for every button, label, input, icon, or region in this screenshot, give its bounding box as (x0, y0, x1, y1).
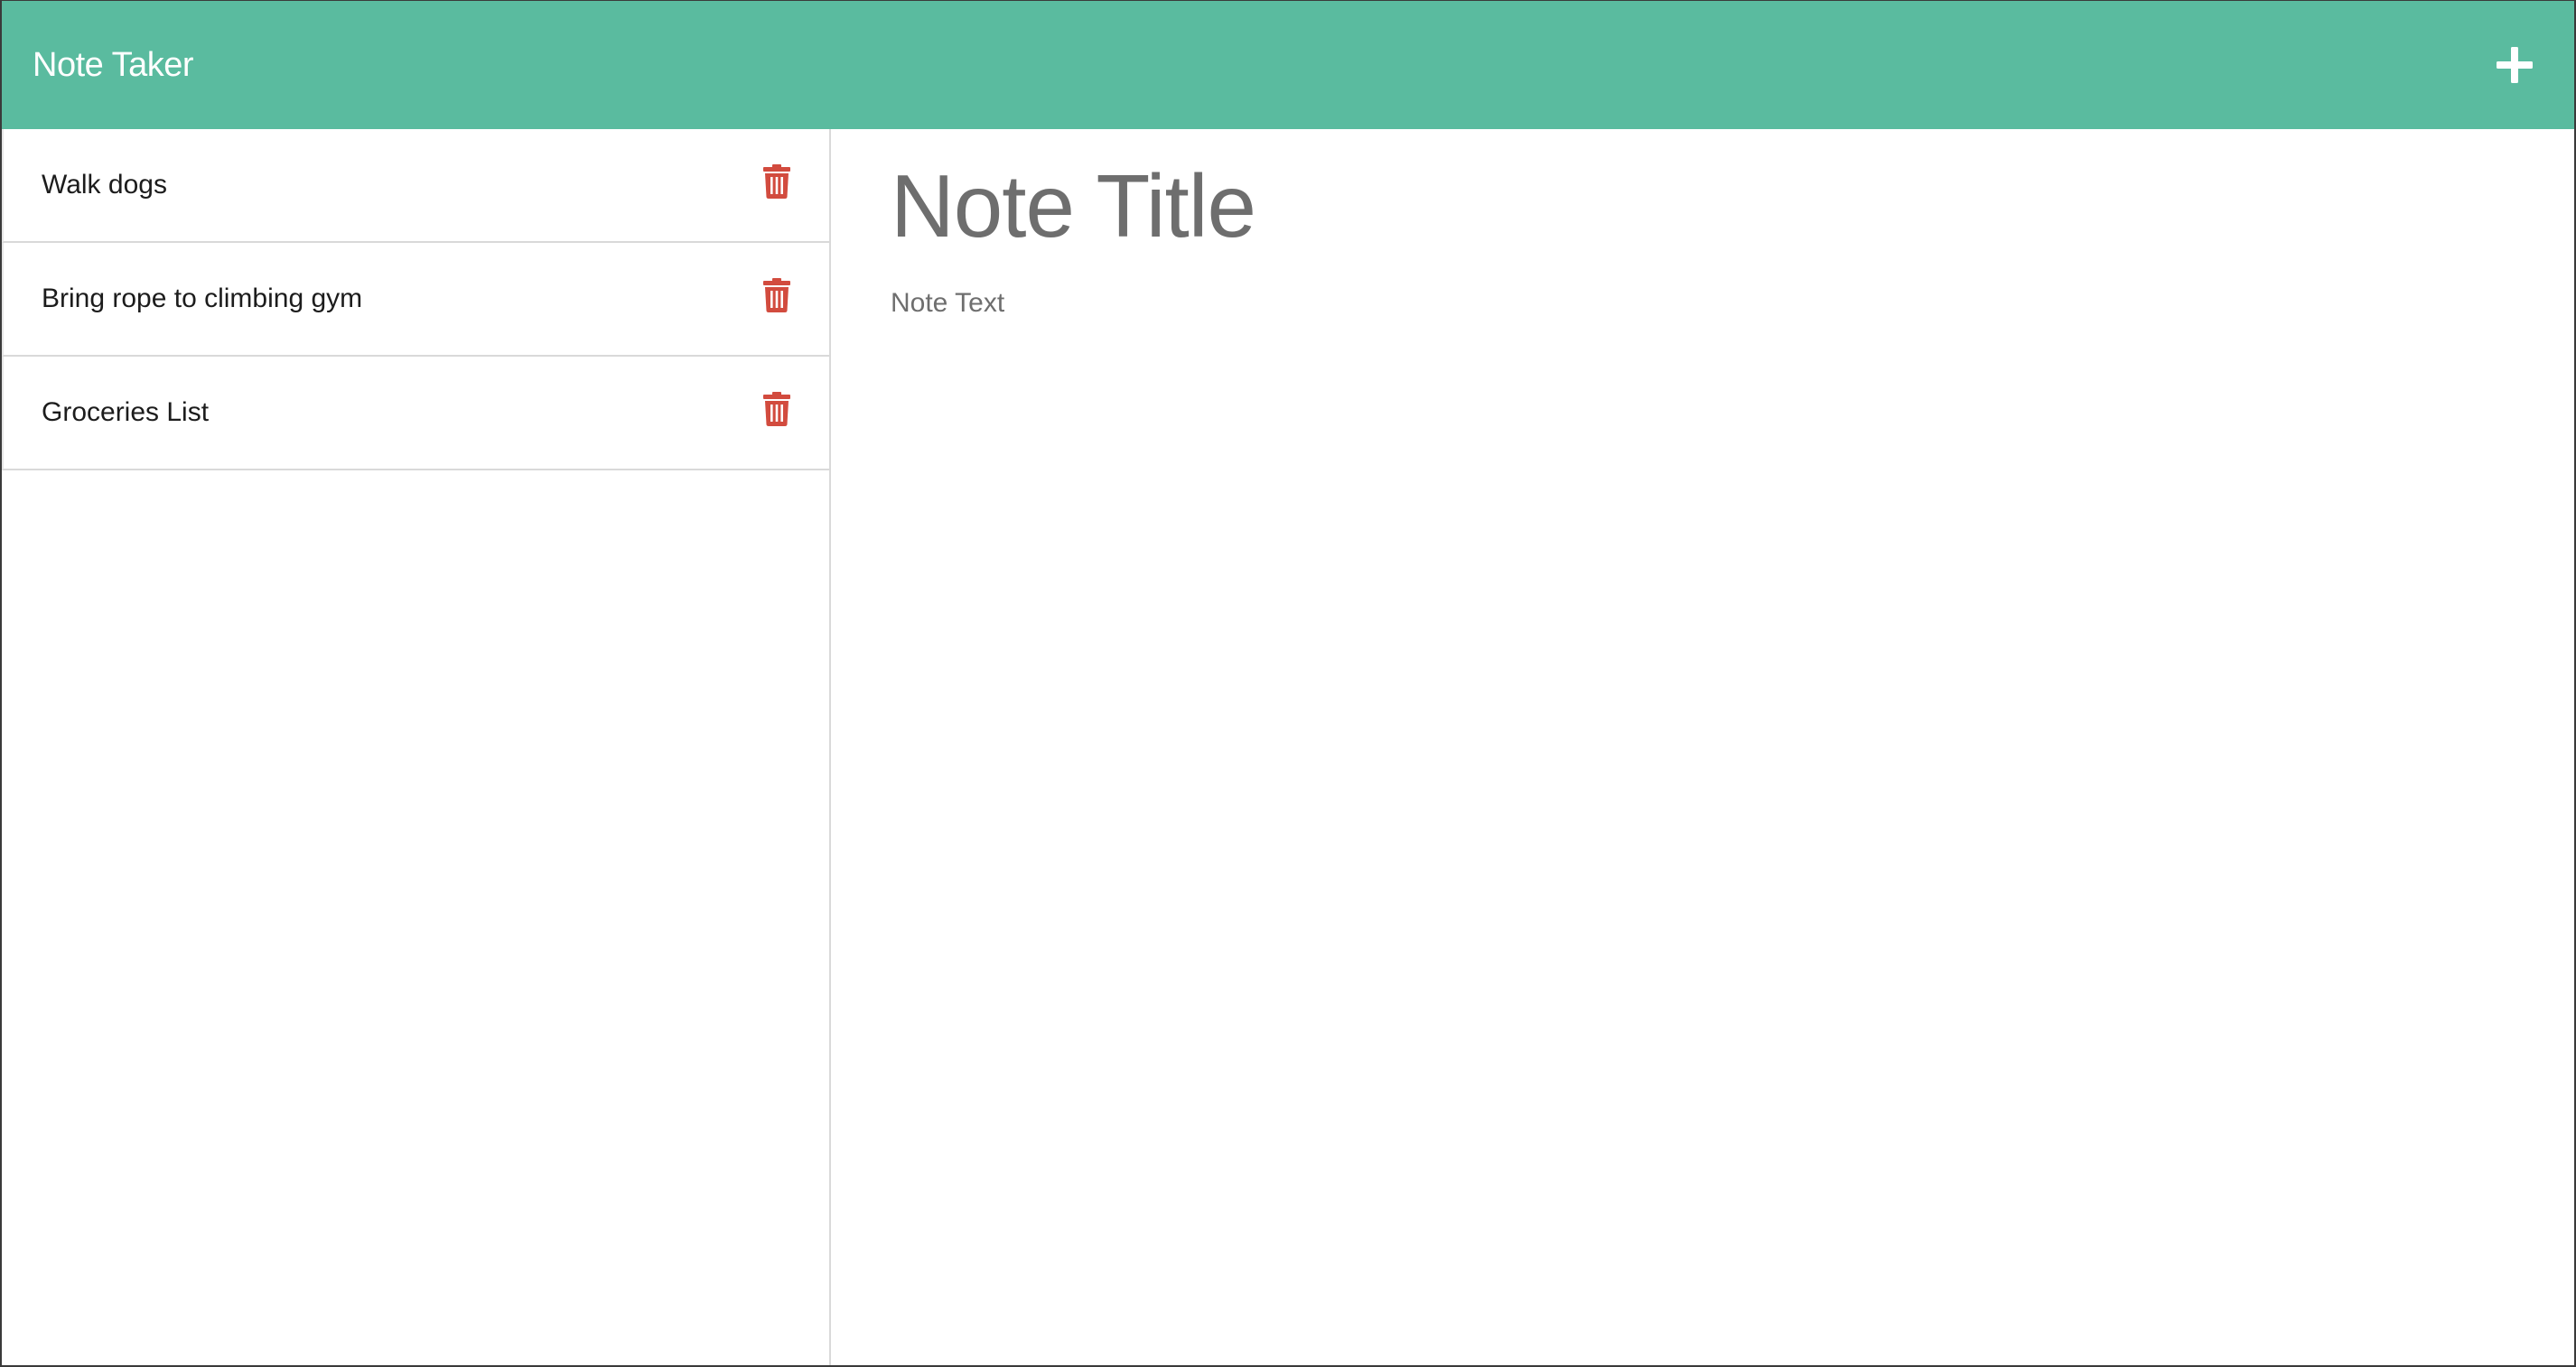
trash-icon (763, 164, 790, 199)
list-item[interactable]: Bring rope to climbing gym (2, 243, 829, 357)
note-title-input[interactable] (891, 147, 2515, 265)
add-note-button[interactable] (2487, 38, 2542, 92)
delete-note-button[interactable] (761, 391, 793, 427)
trash-icon (763, 278, 790, 312)
top-navbar: Note Taker (2, 1, 2574, 129)
note-label: Walk dogs (42, 170, 167, 200)
app-window: Note Taker Walk dogs Bring rope to climb… (0, 0, 2576, 1367)
plus-icon (2497, 47, 2533, 83)
list-item[interactable]: Walk dogs (2, 129, 829, 243)
list-item[interactable]: Groceries List (2, 357, 829, 470)
app-title: Note Taker (33, 45, 194, 84)
note-label: Groceries List (42, 397, 210, 427)
delete-note-button[interactable] (761, 277, 793, 313)
trash-icon (763, 392, 790, 426)
note-editor (831, 129, 2574, 1365)
notes-sidebar: Walk dogs Bring rope to climbing gym Gro… (2, 129, 831, 1365)
note-list: Walk dogs Bring rope to climbing gym Gro… (2, 129, 829, 470)
note-label: Bring rope to climbing gym (42, 284, 363, 313)
delete-note-button[interactable] (761, 163, 793, 200)
note-text-input[interactable] (891, 288, 2515, 1281)
